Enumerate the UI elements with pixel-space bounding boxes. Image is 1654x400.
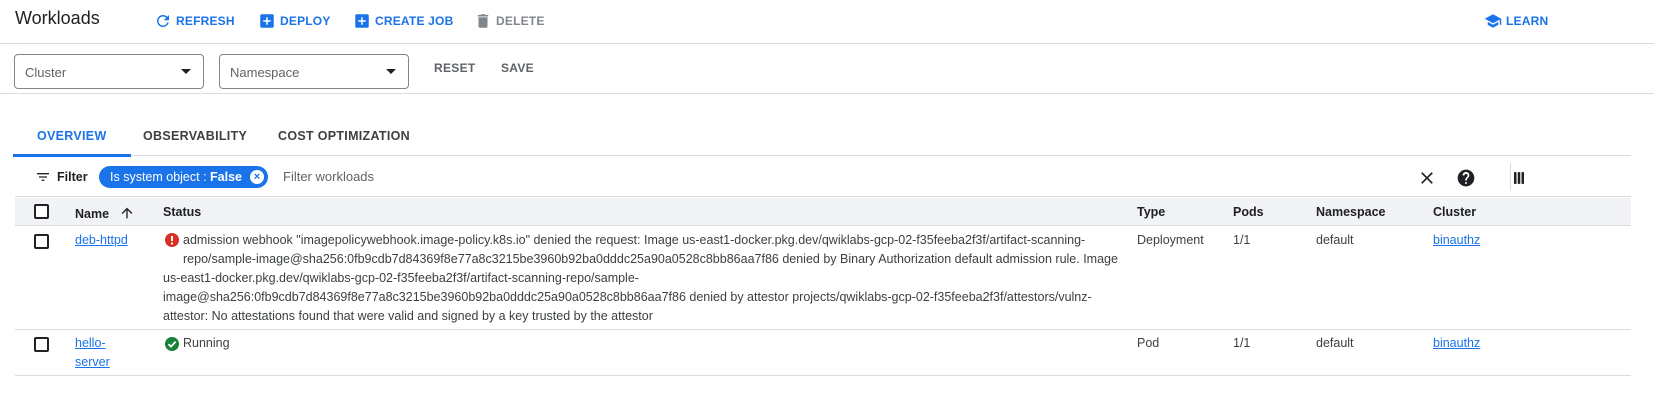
column-header-namespace[interactable]: Namespace	[1316, 205, 1386, 219]
status-line: us-east1-docker.pkg.dev/qwiklabs-gcp-02-…	[163, 271, 639, 285]
dropdown-caret-icon	[181, 69, 191, 74]
tab-observability[interactable]: OBSERVABILITY	[143, 120, 247, 156]
workload-namespace: default	[1316, 233, 1354, 247]
save-button[interactable]: SAVE	[501, 61, 534, 75]
dropdown-caret-icon	[386, 69, 396, 74]
filter-button[interactable]: Filter	[35, 169, 88, 185]
workload-pods: 1/1	[1233, 233, 1251, 247]
table-filter-bar: Filter Is system object : False × Filter…	[15, 157, 1631, 197]
namespace-select[interactable]: Namespace	[219, 54, 409, 89]
top-toolbar: Workloads REFRESH DEPLOY CREATE JOB DELE…	[0, 0, 1654, 44]
status-message: admission webhook "imagepolicywebhook.im…	[183, 231, 1123, 269]
add-box-icon	[355, 14, 369, 28]
tab-overview[interactable]: OVERVIEW	[13, 120, 130, 157]
status-line: admission webhook "imagepolicywebhook.im…	[183, 233, 1086, 247]
cluster-select[interactable]: Cluster	[14, 54, 204, 89]
filter-chip-value: False	[210, 170, 242, 184]
status-line: attestor: No attestations found that wer…	[163, 309, 653, 323]
table-row: hello- server Running Pod 1/1 default bi…	[15, 330, 1631, 376]
workload-name-line: server	[75, 355, 110, 369]
cluster-link[interactable]: binauthz	[1433, 231, 1480, 250]
filter-list-icon	[37, 173, 49, 181]
help-icon[interactable]	[1456, 168, 1476, 188]
create-job-button[interactable]: CREATE JOB	[353, 11, 453, 31]
workload-pods: 1/1	[1233, 336, 1251, 350]
reset-button[interactable]: RESET	[434, 61, 476, 75]
select-all-checkbox[interactable]	[34, 204, 49, 219]
column-header-pods[interactable]: Pods	[1233, 205, 1264, 219]
table-row: deb-httpd admission webhook "imagepolicy…	[15, 226, 1631, 330]
status-message: Running	[183, 336, 230, 350]
arrow-upward-icon	[121, 207, 132, 219]
column-header-cluster[interactable]: Cluster	[1433, 205, 1476, 219]
deploy-button[interactable]: DEPLOY	[258, 11, 331, 31]
column-header-type[interactable]: Type	[1137, 205, 1165, 219]
learn-button[interactable]: LEARN	[1484, 11, 1548, 31]
deploy-label: DEPLOY	[280, 14, 331, 28]
trash-icon	[477, 14, 489, 28]
cluster-link[interactable]: binauthz	[1433, 334, 1480, 353]
filter-label: Filter	[57, 170, 88, 184]
refresh-label: REFRESH	[176, 14, 235, 28]
workloads-table: Name Status Type Pods Namespace Cluster …	[15, 198, 1631, 376]
workload-type: Deployment	[1137, 233, 1204, 247]
cluster-select-placeholder: Cluster	[25, 65, 67, 80]
scope-filter-row: Cluster Namespace RESET SAVE	[0, 44, 1654, 94]
tab-cost-optimization[interactable]: COST OPTIMIZATION	[278, 120, 410, 156]
delete-label: DELETE	[496, 14, 545, 28]
filter-chip[interactable]: Is system object : False ×	[99, 166, 268, 188]
tab-bar: OVERVIEW OBSERVABILITY COST OPTIMIZATION	[13, 120, 1631, 157]
refresh-button[interactable]: REFRESH	[154, 11, 235, 31]
workload-name-link[interactable]: hello- server	[75, 334, 110, 372]
add-box-icon	[260, 14, 274, 28]
column-display-icon[interactable]	[1509, 168, 1529, 188]
close-icon[interactable]	[1417, 168, 1437, 188]
status-line: image@sha256:0fb9cdb7d84369f8e77a8c3215b…	[163, 290, 1092, 304]
row-checkbox[interactable]	[34, 234, 49, 249]
error-icon	[165, 233, 179, 247]
status-line: repo/sample-image@sha256:0fb9cdb7d84369f…	[183, 252, 1118, 266]
table-header: Name Status Type Pods Namespace Cluster	[15, 198, 1631, 226]
namespace-select-placeholder: Namespace	[230, 65, 300, 80]
workload-type: Pod	[1137, 336, 1160, 350]
chip-remove-icon[interactable]: ×	[250, 170, 264, 184]
filter-workloads-input[interactable]: Filter workloads	[283, 169, 374, 184]
delete-button[interactable]: DELETE	[474, 11, 545, 31]
workload-name-line: hello-	[75, 336, 106, 350]
learn-label: LEARN	[1506, 14, 1549, 28]
row-checkbox[interactable]	[34, 337, 49, 352]
refresh-icon	[156, 14, 169, 27]
check-circle-icon	[165, 337, 179, 351]
status-message-continued: us-east1-docker.pkg.dev/qwiklabs-gcp-02-…	[163, 269, 1123, 326]
column-header-status[interactable]: Status	[163, 205, 201, 219]
filter-chip-key: Is system object :	[110, 170, 211, 184]
column-header-name-label: Name	[75, 207, 110, 221]
workload-namespace: default	[1316, 336, 1354, 350]
page-title: Workloads	[15, 8, 100, 28]
school-icon	[1484, 14, 1502, 28]
workload-name-link[interactable]: deb-httpd	[75, 231, 128, 250]
create-job-label: CREATE JOB	[375, 14, 454, 28]
column-header-name[interactable]: Name	[75, 205, 135, 221]
